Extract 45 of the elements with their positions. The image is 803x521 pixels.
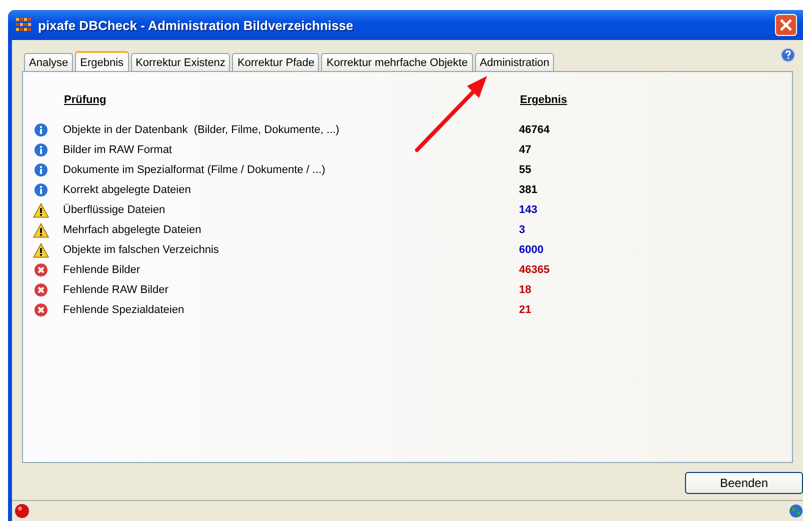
error-icon: [33, 303, 49, 317]
check-label: Bilder im RAW Format: [63, 144, 173, 156]
info-icon: [33, 143, 49, 157]
result-value: 55: [519, 164, 532, 176]
tab[interactable]: Administration: [474, 53, 554, 71]
tab[interactable]: Analyse: [24, 53, 74, 71]
info-icon: [33, 163, 49, 177]
tab[interactable]: Korrektur Existenz: [130, 53, 230, 71]
warning-icon: [33, 242, 49, 258]
error-icon: [33, 283, 49, 297]
app-grid-icon: [16, 18, 32, 32]
quit-button[interactable]: Beenden: [685, 472, 803, 494]
result-value: 46764: [519, 124, 550, 136]
tab[interactable]: Korrektur mehrfache Objekte: [321, 53, 473, 71]
column-header: Prüfung: [64, 94, 108, 106]
globe-icon: [789, 504, 803, 518]
check-label: Objekte im falschen Verzeichnis: [63, 244, 220, 256]
result-value: 381: [519, 184, 538, 196]
check-label: Objekte in der Datenbank (Bilder, Filme, Dokumente, ...): [63, 124, 340, 136]
check-label: Mehrfach abgelegte Dateien: [63, 224, 202, 236]
info-icon: [33, 183, 49, 197]
help-icon[interactable]: [781, 48, 795, 62]
result-value: 47: [519, 144, 532, 156]
check-label: Fehlende Spezialdateien: [63, 304, 186, 316]
close-icon[interactable]: [775, 14, 797, 36]
result-value: 21: [519, 304, 532, 316]
tab[interactable]: Ergebnis: [75, 51, 129, 72]
check-label: Dokumente im Spezialformat (Filme / Dokumente / ...): [63, 164, 326, 176]
result-value: 6000: [519, 244, 544, 256]
warning-icon: [33, 202, 49, 218]
warning-icon: [33, 222, 49, 238]
check-label: Fehlende RAW Bilder: [63, 284, 170, 296]
result-value: 18: [519, 284, 532, 296]
info-icon: [33, 123, 49, 137]
error-icon: [33, 263, 49, 277]
result-value: 143: [519, 204, 538, 216]
check-label: Überflüssige Dateien: [63, 204, 166, 216]
check-label: Fehlende Bilder: [63, 264, 142, 276]
result-value: 46365: [519, 264, 550, 276]
tab[interactable]: Korrektur Pfade: [232, 53, 320, 71]
check-label: Korrekt abgelegte Dateien: [63, 184, 192, 196]
column-header: Ergebnis: [520, 94, 568, 106]
window-title: pixafe DBCheck - Administration Bildverzeichnisse: [38, 18, 354, 32]
result-value: 3: [519, 224, 526, 236]
status-light-icon: [14, 503, 30, 519]
